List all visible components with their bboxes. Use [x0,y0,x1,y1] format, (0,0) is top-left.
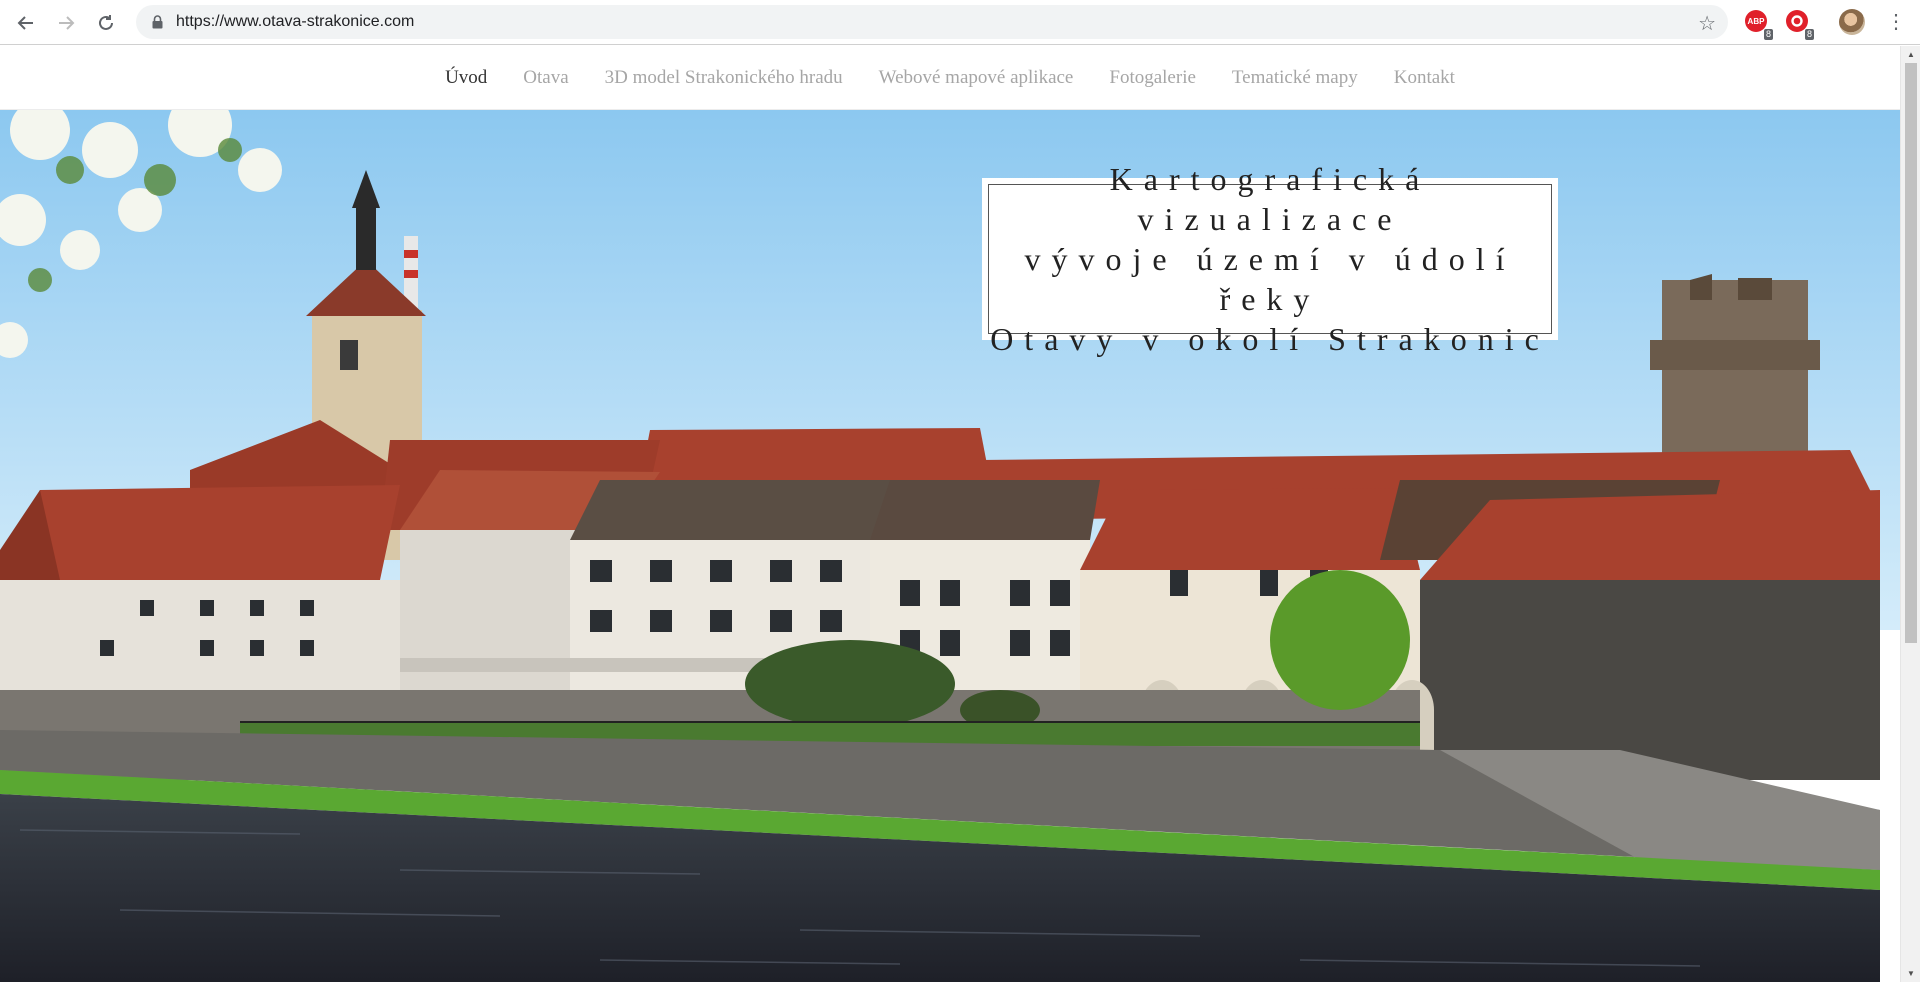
nav-item-thematic-maps[interactable]: Tematické mapy [1232,67,1358,89]
url-text: https://www.otava-strakonice.com [176,13,415,30]
web-page: Úvod Otava 3D model Strakonického hradu … [0,46,1900,982]
hero-title-line: vývoje území v údolí řeky [1024,241,1516,317]
forward-button[interactable] [46,0,86,45]
adblock-extension-button[interactable]: 8 [1786,10,1814,40]
hero-title-frame: Kartografická vizualizace vývoje území v… [988,161,1552,357]
page-scrollbar[interactable]: ▲ ▼ [1900,46,1920,982]
forward-arrow-icon [59,15,75,30]
nav-item-uvod[interactable]: Úvod [445,67,487,89]
nav-item-3d-model[interactable]: 3D model Strakonického hradu [605,67,843,89]
extension-badge: 8 [1804,29,1814,40]
hero-title-box: Kartografická vizualizace vývoje území v… [982,161,1558,357]
site-navigation: Úvod Otava 3D model Strakonického hradu … [0,46,1900,110]
back-arrow-icon [17,15,33,30]
adblock-plus-extension-button[interactable]: ABP 8 [1745,10,1773,40]
nav-item-web-map-apps[interactable]: Webové mapové aplikace [879,67,1074,89]
scroll-down-arrow-icon[interactable]: ▼ [1901,965,1920,982]
extension-badge: 8 [1763,29,1773,40]
lock-icon [150,15,164,29]
browser-toolbar: https://www.otava-strakonice.com ☆ ABP 8… [0,0,1920,45]
nav-item-photo-gallery[interactable]: Fotogalerie [1109,67,1196,89]
browser-menu-icon[interactable]: ⋮ [1886,8,1906,36]
reload-icon [99,14,113,30]
address-bar[interactable]: https://www.otava-strakonice.com ☆ [136,5,1728,39]
castle-photo [0,110,1900,982]
profile-avatar[interactable] [1839,9,1865,35]
hero-banner: Kartografická vizualizace vývoje území v… [0,110,1900,982]
nav-item-contact[interactable]: Kontakt [1394,67,1455,89]
back-button[interactable] [6,0,46,45]
reload-button[interactable] [86,0,126,45]
bookmark-star-icon[interactable]: ☆ [1698,11,1716,36]
hero-title: Kartografická vizualizace vývoje území v… [989,159,1551,359]
hero-title-line: Otavy v okolí Strakonic [990,321,1550,357]
hero-title-line: Kartografická vizualizace [1109,161,1431,237]
scrollbar-thumb[interactable] [1905,63,1917,643]
nav-item-otava[interactable]: Otava [523,67,568,89]
scroll-up-arrow-icon[interactable]: ▲ [1901,46,1920,63]
